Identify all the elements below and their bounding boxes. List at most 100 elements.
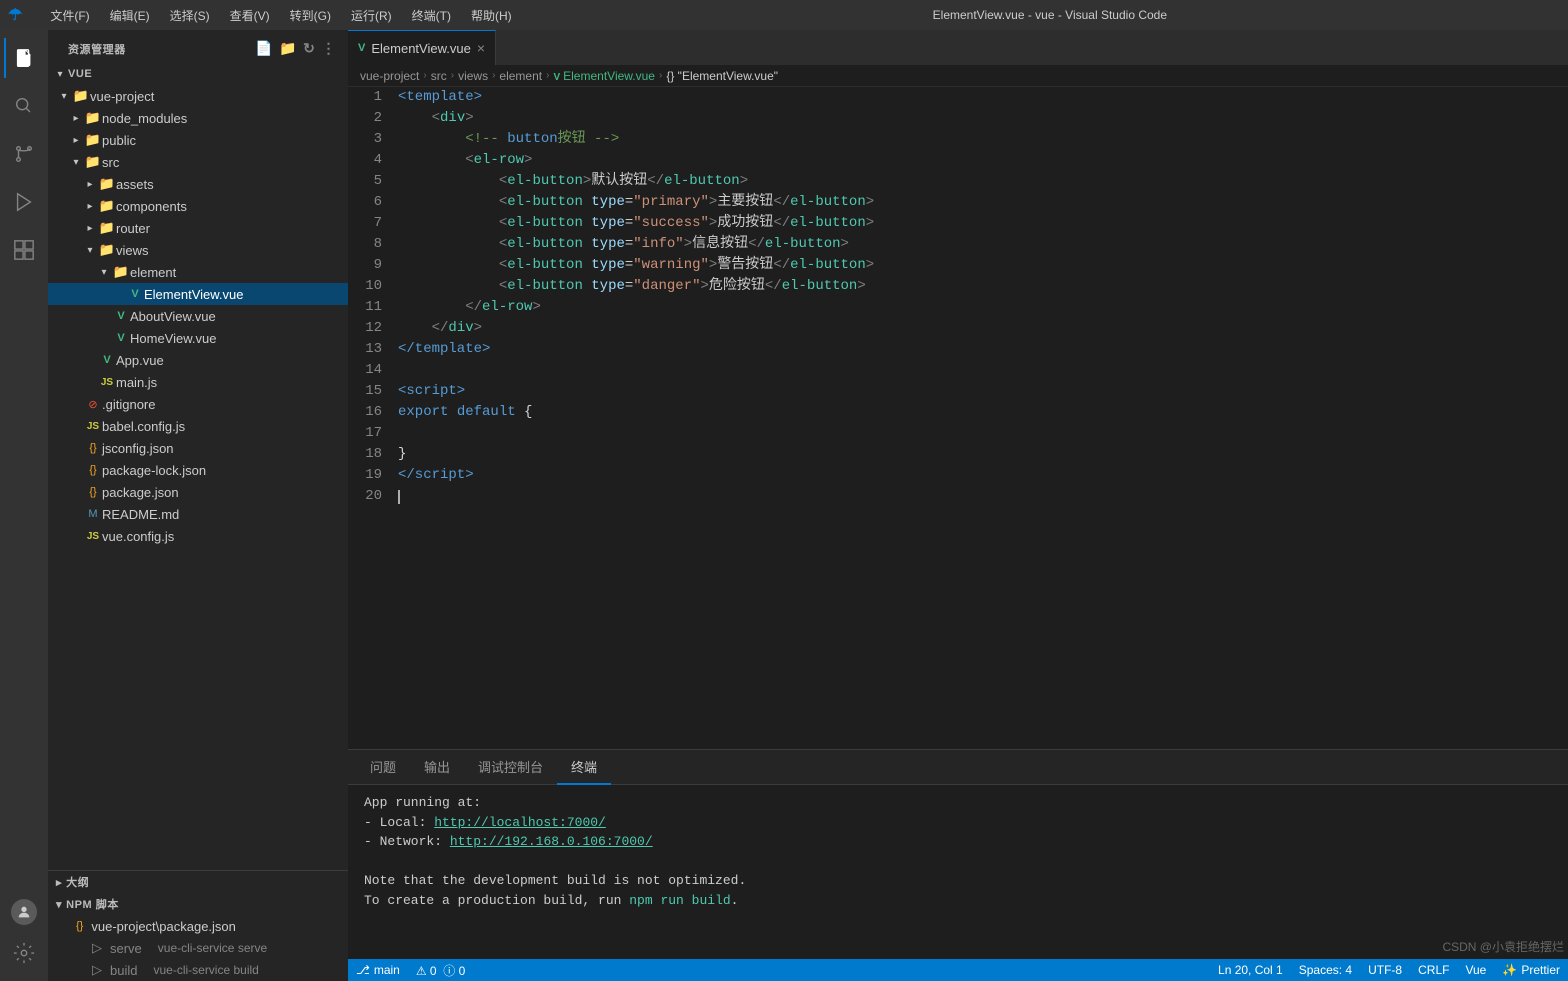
status-branch[interactable]: ⎇ main xyxy=(348,959,408,981)
status-encoding[interactable]: UTF-8 xyxy=(1360,963,1410,977)
line-content[interactable]: <div> xyxy=(398,108,1568,129)
terminal-network-link[interactable]: http://192.168.0.106:7000/ xyxy=(450,834,653,849)
code-line-1: 1 <template> xyxy=(348,87,1568,108)
line-content[interactable]: </el-row> xyxy=(398,297,1568,318)
tree-item-aboutview[interactable]: V AboutView.vue xyxy=(48,305,348,327)
breadcrumb-sep: › xyxy=(451,70,454,81)
sidebar-header-actions[interactable]: 📄 📁 ↻ ⋮ xyxy=(255,40,336,57)
tree-item-jsconfig[interactable]: {} jsconfig.json xyxy=(48,437,348,459)
npm-section[interactable]: ▾ NPM 脚本 xyxy=(48,893,348,915)
line-content[interactable]: <script> xyxy=(398,381,1568,402)
code-line-5: 5 <el-button>默认按钮</el-button> xyxy=(348,171,1568,192)
breadcrumb-part[interactable]: element xyxy=(499,69,542,83)
line-content[interactable]: } xyxy=(398,444,1568,465)
tree-item-packagelock[interactable]: {} package-lock.json xyxy=(48,459,348,481)
terminal-local-link[interactable]: http://localhost:7000/ xyxy=(434,815,606,830)
tree-item-vueconfig[interactable]: JS vue.config.js xyxy=(48,525,348,547)
tree-item-elementview[interactable]: V ElementView.vue xyxy=(48,283,348,305)
line-content[interactable]: <el-button type="info">信息按钮</el-button> xyxy=(398,234,1568,255)
collapse-all-icon[interactable]: ⋮ xyxy=(321,40,336,57)
tree-item-package[interactable]: {} package.json xyxy=(48,481,348,503)
line-content[interactable]: <el-button type="success">成功按钮</el-butto… xyxy=(398,213,1568,234)
tree-item-homeview[interactable]: V HomeView.vue xyxy=(48,327,348,349)
folder-icon: 📁 xyxy=(84,132,102,148)
activity-explorer[interactable] xyxy=(4,38,44,78)
menu-select[interactable]: 选择(S) xyxy=(162,5,218,26)
line-content[interactable]: </div> xyxy=(398,318,1568,339)
line-content[interactable]: <el-row> xyxy=(398,150,1568,171)
status-errors[interactable]: ⚠ 0 ⓘ 0 xyxy=(408,959,473,981)
activity-search[interactable] xyxy=(4,86,44,126)
code-editor[interactable]: 1 <template> 2 <div> 3 <!-- button按钮 -->… xyxy=(348,87,1568,749)
status-formatter[interactable]: ✨ Prettier xyxy=(1494,963,1568,977)
menu-help[interactable]: 帮助(H) xyxy=(463,5,520,26)
line-content[interactable]: <template> xyxy=(398,87,1568,108)
tab-close-button[interactable]: × xyxy=(477,41,485,55)
terminal-npm-run-build[interactable]: npm run build xyxy=(629,893,730,908)
menu-file[interactable]: 文件(F) xyxy=(42,5,97,26)
menu-goto[interactable]: 转到(G) xyxy=(282,5,339,26)
menu-terminal[interactable]: 终端(T) xyxy=(404,5,459,26)
status-spaces[interactable]: Spaces: 4 xyxy=(1291,963,1360,977)
tree-item-mainjs[interactable]: JS main.js xyxy=(48,371,348,393)
breadcrumb-part[interactable]: views xyxy=(458,69,488,83)
breadcrumb-part[interactable]: src xyxy=(431,69,447,83)
tree-item-views[interactable]: ▾ 📁 views xyxy=(48,239,348,261)
tree-item-src[interactable]: ▾ 📁 src xyxy=(48,151,348,173)
activity-git[interactable] xyxy=(4,134,44,174)
menu-bar[interactable]: 文件(F) 编辑(E) 选择(S) 查看(V) 转到(G) 运行(R) 终端(T… xyxy=(42,5,519,26)
tab-debug-console[interactable]: 调试控制台 xyxy=(464,750,557,785)
line-content[interactable]: <el-button type="primary">主要按钮</el-butto… xyxy=(398,192,1568,213)
activity-settings[interactable] xyxy=(4,933,44,973)
line-content[interactable]: <el-button type="warning">警告按钮</el-butto… xyxy=(398,255,1568,276)
line-content[interactable]: </template> xyxy=(398,339,1568,360)
line-content[interactable] xyxy=(398,486,1568,507)
tab-elementview[interactable]: V ElementView.vue × xyxy=(348,30,496,65)
menu-run[interactable]: 运行(R) xyxy=(343,5,400,26)
breadcrumb-file[interactable]: VElementView.vue xyxy=(553,69,655,83)
npm-serve-item[interactable]: ▷ serve vue-cli-service serve xyxy=(48,937,348,959)
json-file-icon: {} xyxy=(84,464,102,476)
terminal-content[interactable]: App running at: - Local: http://localhos… xyxy=(348,785,1568,959)
tree-item-router[interactable]: ▸ 📁 router xyxy=(48,217,348,239)
status-language[interactable]: Vue xyxy=(1457,963,1494,977)
tree-item-babelconfig[interactable]: JS babel.config.js xyxy=(48,415,348,437)
tree-item-components[interactable]: ▸ 📁 components xyxy=(48,195,348,217)
menu-view[interactable]: 查看(V) xyxy=(222,5,278,26)
npm-project-item[interactable]: {} vue-project\package.json xyxy=(48,915,348,937)
status-eol[interactable]: CRLF xyxy=(1410,963,1457,977)
menu-edit[interactable]: 编辑(E) xyxy=(102,5,158,26)
tree-root-vue[interactable]: ▾ VUE xyxy=(48,63,348,85)
refresh-icon[interactable]: ↻ xyxy=(303,40,315,57)
line-content[interactable]: <el-button type="danger">危险按钮</el-button… xyxy=(398,276,1568,297)
tab-vue-icon: V xyxy=(358,42,365,54)
tree-item-element[interactable]: ▾ 📁 element xyxy=(48,261,348,283)
tree-item-appvue[interactable]: V App.vue xyxy=(48,349,348,371)
activity-extensions[interactable] xyxy=(4,230,44,270)
tree-item-public[interactable]: ▸ 📁 public xyxy=(48,129,348,151)
breadcrumb-symbol[interactable]: {} "ElementView.vue" xyxy=(666,69,778,83)
breadcrumb-part[interactable]: vue-project xyxy=(360,69,419,83)
tree-item-node-modules[interactable]: ▸ 📁 node_modules xyxy=(48,107,348,129)
tree-item-readme[interactable]: M README.md xyxy=(48,503,348,525)
npm-build-item[interactable]: ▷ build vue-cli-service build xyxy=(48,959,348,981)
user-avatar[interactable] xyxy=(11,899,37,925)
tab-terminal[interactable]: 终端 xyxy=(557,750,611,785)
arrow-icon: ▸ xyxy=(68,135,84,146)
tree-item-gitignore[interactable]: ⊘ .gitignore xyxy=(48,393,348,415)
tab-output[interactable]: 输出 xyxy=(410,750,464,785)
tree-item-vue-project[interactable]: ▾ 📁 vue-project xyxy=(48,85,348,107)
activity-bar-bottom xyxy=(4,899,44,981)
line-content[interactable]: export default { xyxy=(398,402,1568,423)
outline-section[interactable]: ▸ 大纲 xyxy=(48,871,348,893)
tree-item-assets[interactable]: ▸ 📁 assets xyxy=(48,173,348,195)
line-content[interactable]: </script> xyxy=(398,465,1568,486)
line-content[interactable]: <!-- button按钮 --> xyxy=(398,129,1568,150)
terminal-line-3: - Network: http://192.168.0.106:7000/ xyxy=(364,832,1552,852)
new-folder-icon[interactable]: 📁 xyxy=(279,40,297,57)
new-file-icon[interactable]: 📄 xyxy=(255,40,273,57)
tab-problems[interactable]: 问题 xyxy=(356,750,410,785)
status-position[interactable]: Ln 20, Col 1 xyxy=(1210,963,1291,977)
line-content[interactable]: <el-button>默认按钮</el-button> xyxy=(398,171,1568,192)
activity-debug[interactable] xyxy=(4,182,44,222)
